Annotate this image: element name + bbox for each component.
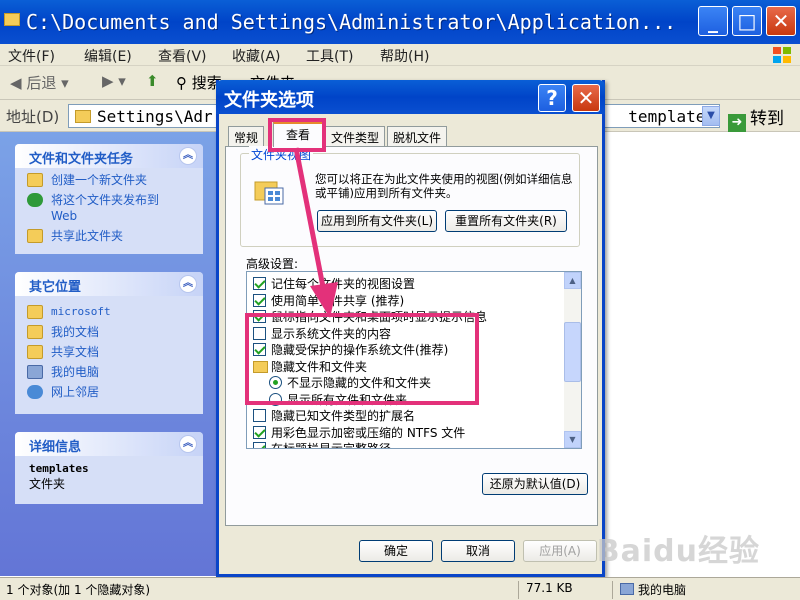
- new-folder-icon: [27, 173, 43, 187]
- setting-checkbox[interactable]: [253, 425, 266, 439]
- task-pane: 文件和文件夹任务 ︽ 创建一个新文件夹 将这个文件夹发布到 Web 共享此文件夹 …: [0, 132, 218, 576]
- place-shared-documents[interactable]: 共享文档: [27, 344, 203, 360]
- window-titlebar[interactable]: C:\Documents and Settings\Administrator\…: [0, 0, 800, 44]
- place-microsoft[interactable]: microsoft: [27, 304, 203, 320]
- setting-label: 在标题栏显示完整路径: [271, 442, 392, 449]
- window-title: C:\Documents and Settings\Administrator\…: [26, 10, 677, 34]
- menu-file[interactable]: 文件(F): [8, 46, 55, 66]
- scroll-down-arrow-icon[interactable]: ▼: [564, 431, 581, 448]
- go-button[interactable]: ➜ 转到: [728, 104, 784, 132]
- scroll-thumb[interactable]: [564, 322, 581, 382]
- setting-checkbox[interactable]: [253, 442, 266, 448]
- hidden-files-highlight: [245, 313, 479, 405]
- help-button[interactable]: ?: [538, 84, 566, 112]
- status-size: 77.1 KB: [526, 581, 573, 595]
- status-bar: 1 个对象(加 1 个隐藏对象) 77.1 KB 我的电脑: [0, 577, 800, 600]
- folder-icon: [27, 305, 43, 319]
- computer-icon: [620, 583, 634, 595]
- scroll-up-arrow-icon[interactable]: ▲: [564, 272, 581, 289]
- folder-views-description: 您可以将正在为此文件夹使用的视图(例如详细信息或平铺)应用到所有文件夹。: [315, 172, 573, 200]
- back-button[interactable]: ◀ 后退 ▾: [10, 72, 69, 93]
- task-share-folder[interactable]: 共享此文件夹: [27, 228, 203, 244]
- menu-edit[interactable]: 编辑(E): [84, 46, 132, 66]
- restore-defaults-button[interactable]: 还原为默认值(D): [482, 473, 588, 495]
- network-icon: [27, 385, 43, 399]
- details-name: templates: [29, 462, 89, 475]
- setting-checkbox[interactable]: [253, 293, 266, 307]
- tab-general[interactable]: 常规: [228, 126, 265, 146]
- reset-all-folders-button[interactable]: 重置所有文件夹(R): [445, 210, 567, 232]
- folder-icon: [75, 110, 91, 123]
- annotation-arrow-icon: [293, 147, 338, 318]
- task-new-folder[interactable]: 创建一个新文件夹: [27, 172, 203, 188]
- place-network[interactable]: 网上邻居: [27, 384, 203, 400]
- details-header[interactable]: 详细信息 ︽: [15, 432, 203, 456]
- shared-documents-icon: [27, 345, 43, 359]
- other-places-header[interactable]: 其它位置 ︽: [15, 272, 203, 296]
- file-tasks-header[interactable]: 文件和文件夹任务 ︽: [15, 144, 203, 168]
- menu-help[interactable]: 帮助(H): [380, 46, 429, 66]
- collapse-chevron-icon[interactable]: ︽: [179, 275, 197, 293]
- maximize-button[interactable]: □: [732, 6, 762, 36]
- go-arrow-icon: ➜: [728, 114, 746, 132]
- tab-file-types[interactable]: 文件类型: [325, 126, 386, 146]
- computer-icon: [27, 365, 43, 379]
- ok-button[interactable]: 确定: [359, 540, 433, 562]
- folder-icon: [4, 13, 20, 26]
- minimize-button[interactable]: _: [698, 6, 728, 36]
- cancel-button[interactable]: 取消: [441, 540, 515, 562]
- menu-bar: 文件(F) 编辑(E) 查看(V) 收藏(A) 工具(T) 帮助(H): [0, 44, 800, 66]
- dialog-titlebar[interactable]: 文件夹选项 ? ✕: [216, 80, 605, 114]
- forward-button[interactable]: ▶ ▾: [102, 72, 126, 90]
- collapse-chevron-icon[interactable]: ︽: [179, 147, 197, 165]
- setting-checkbox[interactable]: [253, 277, 266, 290]
- place-my-computer[interactable]: 我的电脑: [27, 364, 203, 380]
- file-tasks-panel: 文件和文件夹任务 ︽ 创建一个新文件夹 将这个文件夹发布到 Web 共享此文件夹: [15, 144, 203, 254]
- tab-offline-files[interactable]: 脱机文件: [387, 126, 448, 146]
- details-panel: 详细信息 ︽ templates 文件夹: [15, 432, 203, 504]
- details-type: 文件夹: [29, 477, 66, 491]
- address-label: 地址(D): [6, 108, 60, 126]
- status-object-count: 1 个对象(加 1 个隐藏对象): [6, 583, 151, 597]
- windows-logo-icon: [773, 47, 791, 63]
- setting-label: 隐藏已知文件类型的扩展名: [271, 409, 416, 423]
- menu-tools[interactable]: 工具(T): [306, 46, 353, 66]
- close-button[interactable]: ✕: [766, 6, 796, 36]
- menu-favorites[interactable]: 收藏(A): [232, 46, 281, 66]
- address-dropdown-chevron-icon[interactable]: ▼: [702, 106, 720, 126]
- address-value: Settings\Adr: [97, 107, 213, 126]
- back-arrow-icon: ◀: [10, 74, 27, 92]
- settings-scrollbar[interactable]: ▲ ▼: [564, 272, 581, 448]
- dialog-title: 文件夹选项: [224, 90, 314, 111]
- status-location: 我的电脑: [638, 583, 687, 597]
- task-publish-web[interactable]: 将这个文件夹发布到 Web: [27, 192, 177, 224]
- place-my-documents[interactable]: 我的文档: [27, 324, 203, 340]
- globe-icon: [27, 193, 43, 207]
- setting-checkbox[interactable]: [253, 409, 266, 422]
- watermark: Baidu经验: [596, 534, 760, 569]
- setting-label: 用彩色显示加密或压缩的 NTFS 文件: [271, 425, 466, 440]
- other-places-panel: 其它位置 ︽ microsoft 我的文档 共享文档 我的电脑 网上邻居: [15, 272, 203, 414]
- up-folder-icon[interactable]: ⬆: [146, 72, 159, 90]
- search-icon: ⚲: [176, 74, 192, 92]
- menu-view[interactable]: 查看(V): [158, 46, 207, 66]
- apply-button[interactable]: 应用(A): [523, 540, 597, 562]
- shared-folder-icon: [27, 229, 43, 243]
- collapse-chevron-icon[interactable]: ︽: [179, 435, 197, 453]
- my-documents-icon: [27, 325, 43, 339]
- search-button[interactable]: ⚲ 搜索: [176, 72, 222, 93]
- dialog-close-button[interactable]: ✕: [572, 84, 600, 112]
